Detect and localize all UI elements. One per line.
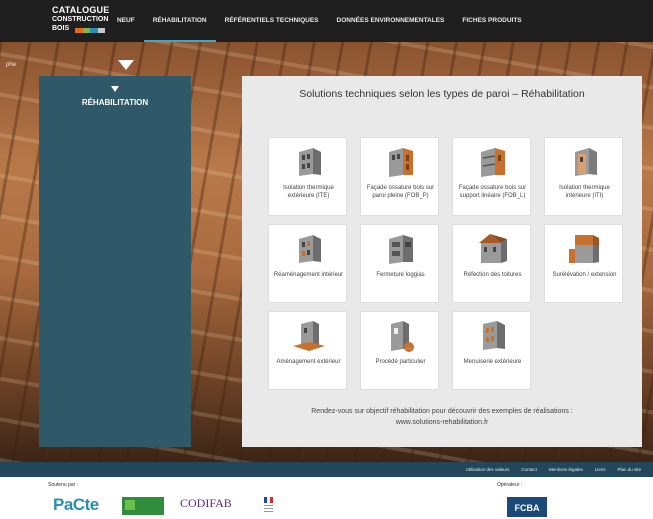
sidebar: RÉHABILITATION bbox=[39, 76, 191, 447]
main-menu: NEUF RÉHABILITATION RÉFÉRENTIELS TECHNIQ… bbox=[108, 0, 531, 42]
card-label: Façade ossature bois sur support linéair… bbox=[458, 185, 527, 199]
footer-link-contact[interactable]: Contact bbox=[515, 462, 543, 477]
iti-building-icon bbox=[575, 148, 597, 176]
fob-p-building-icon bbox=[389, 148, 413, 177]
card-fob-l[interactable]: Façade ossature bois sur support linéair… bbox=[452, 137, 531, 216]
card-surelevation[interactable]: Surélévation / extension bbox=[544, 224, 623, 303]
roof-building-icon bbox=[479, 234, 507, 263]
footer-bar: Utilisation des valeurs Contact Mentions… bbox=[0, 462, 653, 477]
footer-link-plan[interactable]: Plan du site bbox=[611, 462, 647, 477]
support-label: Soutenu par : bbox=[48, 482, 79, 488]
nav-rehabilitation[interactable]: RÉHABILITATION bbox=[143, 0, 216, 42]
card-label: Réaménagement intérieur bbox=[273, 272, 344, 278]
svg-text:…: … bbox=[406, 345, 412, 351]
card-procede-particulier[interactable]: … Procédé particulier bbox=[360, 311, 439, 390]
solutions-panel: Solutions techniques selon les types de … bbox=[242, 76, 642, 447]
card-label: Fermeture loggias bbox=[376, 272, 425, 278]
top-navigation: CATALOGUE CONSTRUCTION BOIS NEUF RÉHABIL… bbox=[0, 0, 653, 42]
footer-link-utilisation[interactable]: Utilisation des valeurs bbox=[460, 462, 516, 477]
card-fob-p[interactable]: Façade ossature bois sur paroi pleine (F… bbox=[360, 137, 439, 216]
exterior-deck-icon bbox=[293, 321, 325, 351]
operator-label: Opérateur : bbox=[497, 482, 523, 488]
footer-link-liens[interactable]: Liens bbox=[589, 462, 612, 477]
card-reamenagement[interactable]: Réaménagement intérieur bbox=[268, 224, 347, 303]
pacte-logo[interactable]: PaCte bbox=[53, 495, 99, 515]
card-label: Isolation thermique extérieure (ITE) bbox=[283, 185, 334, 199]
nav-donnees-environnementales[interactable]: DONNÉES ENVIRONNEMENTALES bbox=[328, 0, 454, 42]
panel-title: Solutions techniques selon les types de … bbox=[299, 88, 585, 100]
codifab-logo[interactable]: CODIFAB bbox=[180, 496, 232, 511]
card-amenagement-exterieur[interactable]: Aménagement extérieur bbox=[268, 311, 347, 390]
card-label: Surélévation / extension bbox=[552, 272, 617, 278]
cta-link[interactable]: www.solutions-rehabilitation.fr bbox=[396, 419, 489, 426]
loggia-building-icon bbox=[389, 235, 413, 264]
card-label: Façade ossature bois sur paroi pleine (F… bbox=[366, 185, 435, 199]
special-process-icon: … bbox=[391, 321, 414, 352]
card-toiture[interactable]: Réfection des toitures bbox=[452, 224, 531, 303]
logo-line-2: CONSTRUCTION bbox=[52, 16, 109, 23]
card-ite[interactable]: Isolation thermique extérieure (ITE) bbox=[268, 137, 347, 216]
card-menuiserie[interactable]: Menuiserie extérieure bbox=[452, 311, 531, 390]
ite-building-icon bbox=[299, 148, 321, 176]
hero-side-text: phe bbox=[6, 62, 17, 68]
nav-neuf[interactable]: NEUF bbox=[108, 0, 144, 42]
ministry-logo[interactable] bbox=[122, 497, 164, 515]
fcba-logo[interactable]: FCBA bbox=[507, 497, 547, 517]
logo-color-bars bbox=[75, 28, 105, 33]
fob-l-building-icon bbox=[481, 148, 505, 177]
card-iti[interactable]: Isolation thermique intérieure (ITI) bbox=[544, 137, 623, 216]
card-label: Menuiserie extérieure bbox=[463, 359, 522, 365]
menu-arrow-icon bbox=[118, 60, 134, 70]
card-label: Réfection des toitures bbox=[463, 272, 522, 278]
marianne-logo bbox=[264, 497, 273, 512]
footer-link-mentions[interactable]: Mentions légales bbox=[543, 462, 589, 477]
nav-referentiels[interactable]: RÉFÉRENTIELS TECHNIQUES bbox=[216, 0, 328, 42]
triangle-down-icon bbox=[111, 86, 119, 92]
reamenagement-building-icon bbox=[299, 235, 321, 263]
logo-line-1: CATALOGUE bbox=[52, 5, 110, 15]
card-label: Aménagement extérieur bbox=[276, 359, 341, 365]
extension-building-icon bbox=[569, 235, 599, 263]
nav-fiches-produits[interactable]: FICHES PRODUITS bbox=[453, 0, 530, 42]
cta-text: Rendez-vous sur objectif réhabilitation … bbox=[311, 408, 573, 415]
window-building-icon bbox=[483, 321, 505, 350]
footer-links: Utilisation des valeurs Contact Mentions… bbox=[460, 462, 647, 477]
card-label: Procédé particulier bbox=[375, 359, 426, 365]
rehab-cta: Rendez-vous sur objectif réhabilitation … bbox=[242, 406, 642, 428]
card-label: Isolation thermique intérieure (ITI) bbox=[559, 185, 610, 199]
catalogue-logo[interactable]: CATALOGUE CONSTRUCTION BOIS bbox=[52, 5, 110, 36]
card-loggia[interactable]: Fermeture loggias bbox=[360, 224, 439, 303]
sidebar-title: RÉHABILITATION bbox=[81, 98, 149, 107]
